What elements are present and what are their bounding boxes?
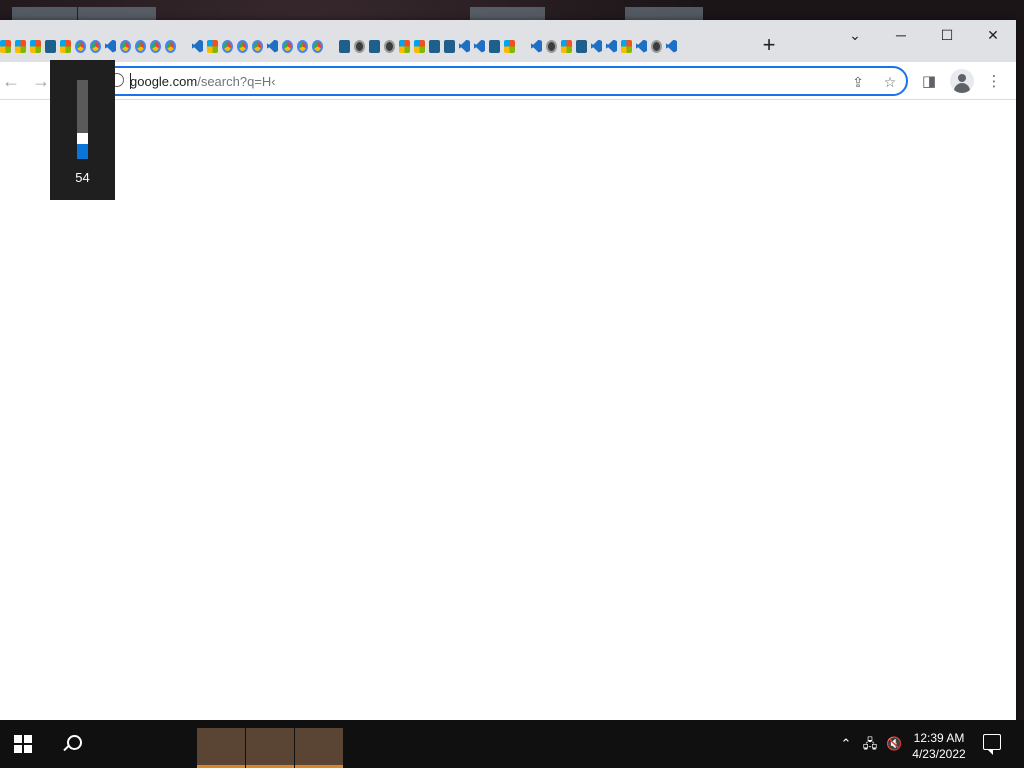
vscode-tab-icon[interactable]: [267, 39, 278, 53]
github-tab-icon[interactable]: [384, 39, 395, 53]
volume-muted-icon[interactable]: 🔇: [886, 736, 902, 752]
windows-tab-icon[interactable]: [621, 39, 632, 53]
tray-chevron-icon[interactable]: ⌃: [838, 736, 854, 752]
windows-logo-icon: [24, 745, 32, 753]
tab-separator: [327, 40, 335, 53]
page-content: [0, 101, 1016, 720]
search-icon[interactable]: [62, 734, 82, 754]
url-host: google.com: [130, 74, 198, 89]
url-path: /search?q=H‹: [197, 74, 276, 89]
start-button[interactable]: [14, 735, 32, 753]
chrome-tab-icon[interactable]: [252, 39, 263, 53]
vscode-tab-icon[interactable]: [606, 39, 617, 53]
notion-tab-icon[interactable]: [429, 39, 440, 53]
chrome-tab-icon[interactable]: [135, 39, 146, 53]
browser-window: + ⌄ ─ ☐ ✕ ← → google.com/search?q=H‹ ⇪ ☆…: [0, 20, 1016, 720]
windows-logo-icon: [14, 735, 22, 743]
chrome-tab-icon[interactable]: [282, 39, 293, 53]
windows-tab-icon[interactable]: [15, 39, 26, 53]
maximize-button[interactable]: ☐: [924, 20, 970, 50]
side-panel-icon[interactable]: ◨: [918, 71, 940, 93]
chrome-tab-icon[interactable]: [312, 39, 323, 53]
browser-toolbar: ← → google.com/search?q=H‹ ⇪ ☆ ◨ ⋮: [0, 62, 1016, 100]
url-text[interactable]: google.com/search?q=H‹: [130, 74, 276, 89]
chrome-tab-icon[interactable]: [222, 39, 233, 53]
chrome-tab-icon[interactable]: [120, 39, 131, 53]
minimize-button[interactable]: ─: [878, 20, 924, 50]
chrome-tab-icon[interactable]: [165, 39, 176, 53]
windows-tab-icon[interactable]: [207, 39, 218, 53]
vscode-tab-icon[interactable]: [591, 39, 602, 53]
chrome-tab-icon[interactable]: [75, 39, 86, 53]
taskbar-clock[interactable]: 12:39 AM 4/23/2022: [905, 730, 973, 762]
tab-strip: + ⌄ ─ ☐ ✕: [0, 20, 1016, 62]
windows-tab-icon[interactable]: [399, 39, 410, 53]
vscode-tab-icon[interactable]: [459, 39, 470, 53]
notion-tab-icon[interactable]: [576, 39, 587, 53]
taskbar-app-button[interactable]: [246, 728, 294, 768]
taskbar-app-button[interactable]: [197, 728, 245, 768]
close-button[interactable]: ✕: [970, 20, 1016, 50]
windows-tab-icon[interactable]: [414, 39, 425, 53]
notification-center-icon[interactable]: [983, 734, 1001, 755]
background-thumb: [470, 7, 545, 21]
notion-tab-icon[interactable]: [45, 39, 56, 53]
volume-flyout: 54: [50, 60, 115, 200]
github-tab-icon[interactable]: [546, 39, 557, 53]
vscode-tab-icon[interactable]: [636, 39, 647, 53]
vscode-tab-icon[interactable]: [474, 39, 485, 53]
windows-tab-icon[interactable]: [60, 39, 71, 53]
windows-logo-icon: [24, 735, 32, 743]
background-thumb: [12, 7, 77, 21]
windows-tab-icon[interactable]: [504, 39, 515, 53]
github-tab-icon[interactable]: [354, 39, 365, 53]
clock-time: 12:39 AM: [913, 731, 965, 745]
volume-thumb[interactable]: [77, 133, 88, 144]
menu-kebab-icon[interactable]: ⋮: [983, 71, 1005, 93]
forward-button[interactable]: →: [30, 70, 52, 92]
chrome-tab-icon[interactable]: [150, 39, 161, 53]
taskbar: ⌃ 🖧 🔇 12:39 AM 4/23/2022: [0, 720, 1024, 768]
vscode-tab-icon[interactable]: [531, 39, 542, 53]
background-thumb: [625, 7, 703, 21]
tab-search-button[interactable]: ⌄: [832, 20, 878, 50]
vscode-tab-icon[interactable]: [192, 39, 203, 53]
volume-value: 54: [75, 170, 90, 185]
bookmark-star-icon[interactable]: ☆: [882, 74, 898, 90]
address-bar[interactable]: google.com/search?q=H‹ ⇪ ☆: [100, 66, 908, 96]
share-icon[interactable]: ⇪: [850, 74, 866, 90]
tab-separator: [519, 40, 527, 53]
github-tab-icon[interactable]: [651, 39, 662, 53]
vscode-tab-icon[interactable]: [105, 39, 116, 53]
background-window-strip: [0, 4, 1024, 21]
back-button[interactable]: ←: [0, 70, 22, 92]
notion-tab-icon[interactable]: [369, 39, 380, 53]
volume-fill: [77, 144, 88, 159]
windows-tab-icon[interactable]: [561, 39, 572, 53]
network-icon[interactable]: 🖧: [862, 736, 878, 752]
notion-tab-icon[interactable]: [489, 39, 500, 53]
tab-favicon-list: [0, 37, 681, 55]
notion-tab-icon[interactable]: [339, 39, 350, 53]
taskbar-app-button[interactable]: [295, 728, 343, 768]
windows-tab-icon[interactable]: [30, 39, 41, 53]
tab-separator: [180, 40, 188, 53]
chrome-tab-icon[interactable]: [297, 39, 308, 53]
clock-date: 4/23/2022: [912, 747, 966, 761]
chrome-tab-icon[interactable]: [237, 39, 248, 53]
new-tab-button[interactable]: +: [757, 34, 781, 58]
chrome-tab-icon[interactable]: [90, 39, 101, 53]
notion-tab-icon[interactable]: [444, 39, 455, 53]
vscode-tab-icon[interactable]: [666, 39, 677, 53]
background-thumb: [78, 7, 156, 21]
windows-tab-icon[interactable]: [0, 39, 11, 53]
profile-avatar[interactable]: [950, 69, 974, 93]
windows-logo-icon: [14, 745, 22, 753]
volume-slider[interactable]: [77, 80, 88, 159]
